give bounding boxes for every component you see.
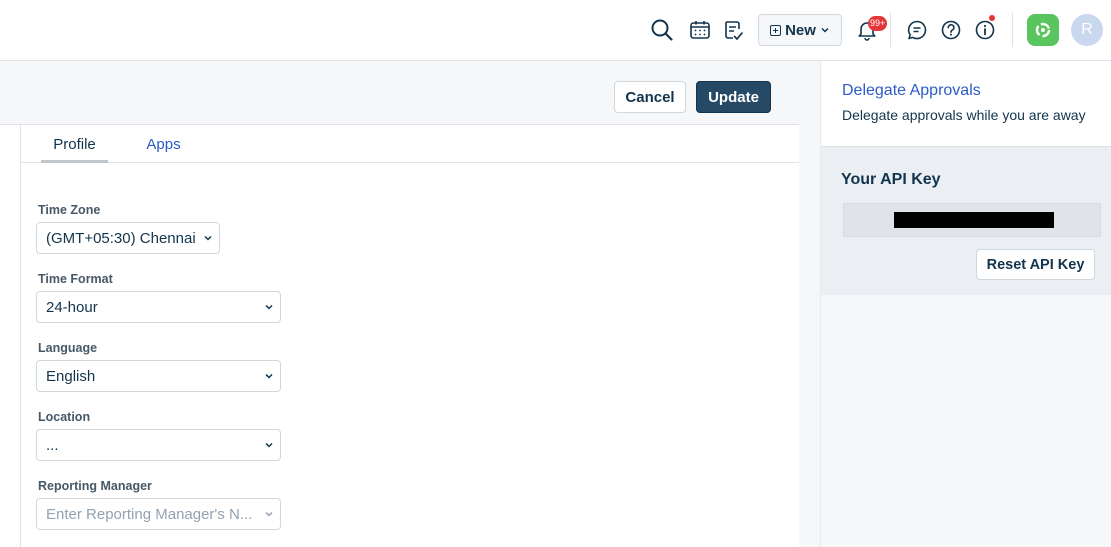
location-value: ...	[46, 436, 59, 454]
chevron-down-icon	[197, 233, 219, 243]
chevron-down-icon	[258, 302, 280, 312]
language-value: English	[46, 367, 96, 385]
app-logo-icon[interactable]	[1027, 14, 1059, 46]
language-select[interactable]: English	[36, 360, 281, 392]
time-format-select[interactable]: 24-hour	[36, 291, 281, 323]
notes-icon[interactable]	[718, 15, 748, 45]
reporting-manager-input[interactable]: Enter Reporting Manager's N...	[36, 498, 281, 530]
delegate-approvals-link[interactable]: Delegate Approvals	[842, 82, 981, 100]
api-key-section: Your API Key Reset API Key	[821, 147, 1111, 295]
avatar[interactable]: R	[1071, 14, 1103, 46]
chevron-down-icon	[258, 440, 280, 450]
main-panel: Cancel Update Profile Apps Time Zone (GM…	[0, 71, 799, 547]
info-icon[interactable]	[970, 15, 1000, 45]
reporting-manager-placeholder: Enter Reporting Manager's N...	[46, 505, 253, 523]
time-zone-select[interactable]: (GMT+05:30) Chennai	[36, 222, 220, 254]
time-format-value: 24-hour	[46, 298, 98, 316]
new-button-label: New	[785, 21, 816, 39]
chevron-down-icon	[821, 27, 829, 33]
action-bar: Cancel Update	[0, 71, 799, 125]
tab-bar: Profile Apps	[21, 125, 799, 163]
language-label: Language	[38, 341, 98, 355]
cancel-button[interactable]: Cancel	[614, 81, 686, 113]
right-panel: Delegate Approvals Delegate approvals wh…	[820, 61, 1111, 547]
divider	[1012, 13, 1013, 47]
location-select[interactable]: ...	[36, 429, 281, 461]
content-border	[20, 125, 21, 547]
time-format-label: Time Format	[38, 272, 113, 286]
tab-apps[interactable]: Apps	[135, 125, 192, 163]
delegate-section: Delegate Approvals Delegate approvals wh…	[821, 61, 1111, 147]
help-icon[interactable]	[936, 15, 966, 45]
top-bar: New 99+ R	[0, 0, 1111, 61]
new-button[interactable]: New	[758, 14, 842, 46]
divider	[890, 13, 891, 47]
time-zone-label: Time Zone	[38, 203, 101, 217]
api-key-title: Your API Key	[841, 171, 941, 188]
search-icon[interactable]	[647, 15, 677, 45]
reset-api-key-button[interactable]: Reset API Key	[976, 249, 1095, 280]
chat-icon[interactable]	[902, 15, 932, 45]
api-key-field[interactable]	[843, 203, 1101, 237]
time-zone-value: (GMT+05:30) Chennai	[46, 229, 196, 247]
plus-box-icon	[770, 24, 782, 36]
api-key-redacted	[894, 212, 1054, 228]
delegate-description: Delegate approvals while you are away	[842, 107, 1086, 123]
update-button[interactable]: Update	[696, 81, 771, 113]
tab-profile[interactable]: Profile	[41, 125, 108, 163]
info-alert-dot	[989, 15, 995, 21]
notification-badge: 99+	[868, 16, 888, 31]
calendar-icon[interactable]	[685, 15, 715, 45]
chevron-down-icon	[258, 371, 280, 381]
reporting-manager-label: Reporting Manager	[38, 479, 152, 493]
chevron-down-icon	[258, 509, 280, 519]
location-label: Location	[38, 410, 91, 424]
